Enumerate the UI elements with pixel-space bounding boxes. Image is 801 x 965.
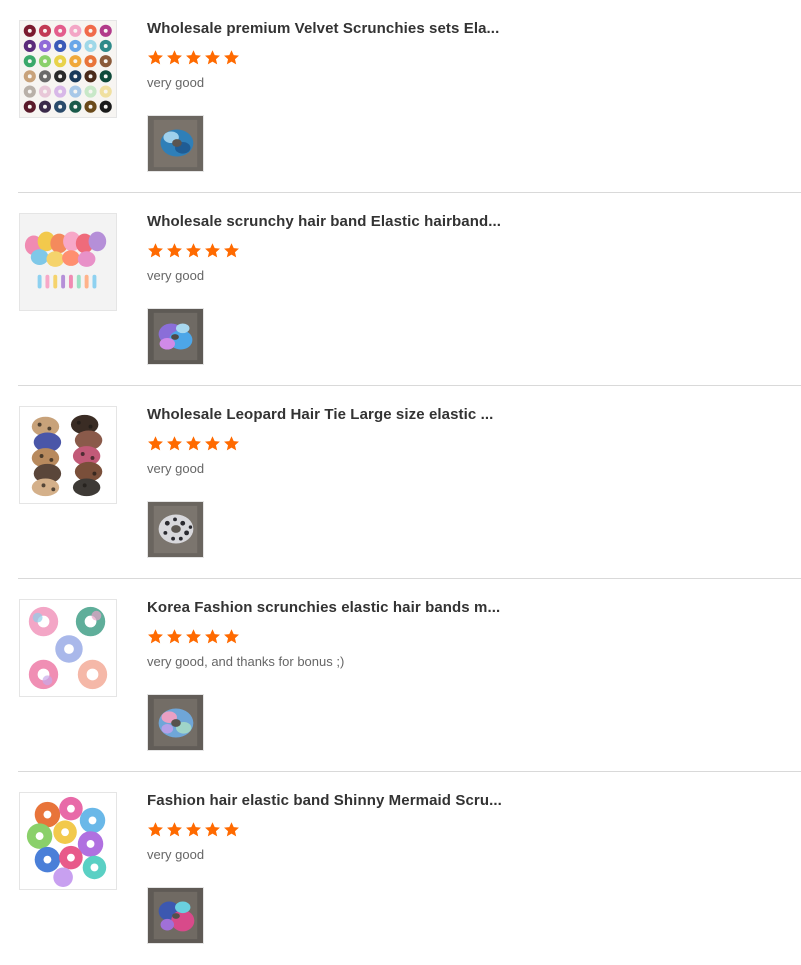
mermaid-scrunchies-image <box>20 793 116 889</box>
star-rating <box>147 628 787 646</box>
star-icon <box>185 49 202 66</box>
product-title-link[interactable]: Korea Fashion scrunchies elastic hair ba… <box>147 599 787 617</box>
star-icon <box>166 435 183 452</box>
product-thumbnail[interactable] <box>19 406 117 504</box>
review-list: Wholesale premium Velvet Scrunchies sets… <box>0 0 801 964</box>
star-icon <box>204 49 221 66</box>
leopard-scrunchies-image <box>20 407 116 503</box>
review-photo[interactable] <box>147 694 204 751</box>
review-comment: very good <box>147 75 205 90</box>
tie-dye-scrunchie-photo-image <box>148 695 203 750</box>
star-icon <box>204 628 221 645</box>
product-title-link[interactable]: Wholesale Leopard Hair Tie Large size el… <box>147 406 787 424</box>
star-icon <box>223 628 240 645</box>
review-comment: very good <box>147 847 205 862</box>
star-rating <box>147 49 787 67</box>
star-icon <box>166 49 183 66</box>
review-comment: very good <box>147 461 205 476</box>
star-icon <box>185 821 202 838</box>
star-icon <box>223 435 240 452</box>
star-icon <box>204 435 221 452</box>
star-icon <box>223 49 240 66</box>
star-icon <box>166 242 183 259</box>
star-icon <box>185 435 202 452</box>
star-icon <box>147 628 164 645</box>
review-photo[interactable] <box>147 308 204 365</box>
review-photo[interactable] <box>147 501 204 558</box>
star-icon <box>147 821 164 838</box>
product-thumbnail[interactable] <box>19 213 117 311</box>
mermaid-scrunchie-photo-image <box>148 888 203 943</box>
leopard-scrunchie-photo-image <box>148 502 203 557</box>
review-photo[interactable] <box>147 887 204 944</box>
star-rating <box>147 435 787 453</box>
star-icon <box>223 821 240 838</box>
star-rating <box>147 242 787 260</box>
review-photo[interactable] <box>147 115 204 172</box>
product-title-link[interactable]: Fashion hair elastic band Shinny Mermaid… <box>147 792 787 810</box>
product-title-link[interactable]: Wholesale scrunchy hair band Elastic hai… <box>147 213 787 231</box>
review-item: Wholesale Leopard Hair Tie Large size el… <box>18 386 801 579</box>
tie-dye-scrunchies-image <box>20 600 116 696</box>
star-icon <box>185 242 202 259</box>
review-item: Wholesale premium Velvet Scrunchies sets… <box>18 0 801 193</box>
review-item: Wholesale scrunchy hair band Elastic hai… <box>18 193 801 386</box>
star-icon <box>147 49 164 66</box>
product-thumbnail[interactable] <box>19 20 117 118</box>
product-thumbnail[interactable] <box>19 792 117 890</box>
review-item: Korea Fashion scrunchies elastic hair ba… <box>18 579 801 772</box>
review-item: Fashion hair elastic band Shinny Mermaid… <box>18 772 801 964</box>
review-comment: very good, and thanks for bonus ;) <box>147 654 345 669</box>
product-thumbnail[interactable] <box>19 599 117 697</box>
blue-scrunchie-photo-image <box>148 116 203 171</box>
star-icon <box>166 821 183 838</box>
star-icon <box>147 435 164 452</box>
purple-scrunchie-photo-image <box>148 309 203 364</box>
colorful-scrunchies-with-clips-image <box>20 214 116 310</box>
star-rating <box>147 821 787 839</box>
star-icon <box>147 242 164 259</box>
star-icon <box>166 628 183 645</box>
star-icon <box>223 242 240 259</box>
star-icon <box>204 242 221 259</box>
review-comment: very good <box>147 268 205 283</box>
star-icon <box>204 821 221 838</box>
star-icon <box>185 628 202 645</box>
product-title-link[interactable]: Wholesale premium Velvet Scrunchies sets… <box>147 20 787 38</box>
velvet-scrunchies-grid-image <box>20 21 116 117</box>
